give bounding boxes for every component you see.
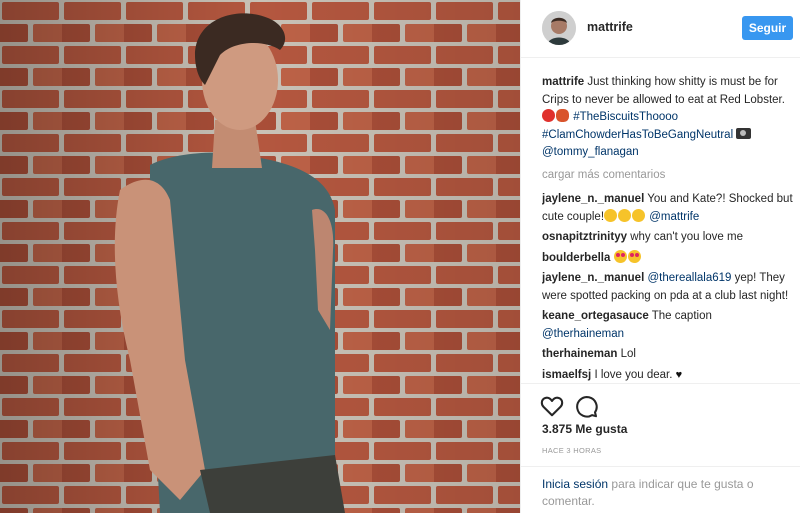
photo-image — [0, 0, 520, 513]
red-circle-emoji-icon — [542, 109, 555, 122]
post-timestamp: HACE 3 HORAS — [542, 446, 602, 455]
mention-tommy[interactable]: @tommy_flanagan — [542, 146, 639, 158]
list-item: osnapitztrinityy why can't you love me — [542, 229, 796, 247]
comment-mention[interactable]: @thereallala619 — [647, 272, 731, 284]
instagram-post: mattrife Seguir mattrife Just thinking h… — [0, 0, 800, 513]
comment-username[interactable]: boulderbella — [542, 252, 610, 264]
thinking-emoji-icon — [604, 208, 618, 222]
black-heart-emoji-icon: ♥ — [675, 368, 683, 381]
camera-emoji-icon — [736, 127, 752, 139]
login-prompt: Inicia sesión para indicar que te gusta … — [521, 466, 800, 510]
comment-mention[interactable]: @mattrife — [649, 211, 699, 223]
comment-text: The caption — [651, 310, 712, 322]
avatar-image — [542, 11, 576, 45]
list-item: jaylene_n._manuel @thereallala619 yep! T… — [542, 270, 796, 305]
comment-username[interactable]: ismaelfsj — [542, 369, 591, 381]
comment-username[interactable]: osnapitztrinityy — [542, 231, 627, 243]
comment-text: Lol — [620, 348, 636, 360]
comment-username[interactable]: jaylene_n._manuel — [542, 272, 644, 284]
lobster-emoji-icon — [556, 109, 569, 122]
comments-list: mattrife Just thinking how shitty is mus… — [542, 74, 796, 382]
post-photo[interactable] — [0, 0, 520, 513]
comment-username[interactable]: therhaineman — [542, 348, 617, 360]
caption-username[interactable]: mattrife — [542, 76, 584, 88]
hashtag-biscuits[interactable]: #TheBiscuitsThoooo — [573, 111, 678, 123]
header-username[interactable]: mattrife — [587, 20, 633, 34]
comment-username[interactable]: keane_ortegasauce — [542, 310, 649, 322]
post-header: mattrife Seguir — [521, 0, 800, 58]
comment-text: why can't you love me — [630, 231, 743, 243]
list-item: ismaelfsj I love you dear. ♥ — [542, 367, 796, 383]
avatar[interactable] — [542, 11, 576, 45]
heart-icon[interactable] — [539, 393, 565, 419]
load-more-comments[interactable]: cargar más comentarios — [542, 167, 796, 185]
follow-button[interactable]: Seguir — [742, 16, 793, 40]
login-link[interactable]: Inicia sesión — [542, 477, 608, 491]
post-actions: 3.875 Me gusta HACE 3 HORAS Inicia sesió… — [521, 383, 800, 513]
hashtag-clam-chowder[interactable]: #ClamChowderHasToBeGangNeutral — [542, 129, 733, 141]
list-item: boulderbella — [542, 249, 796, 268]
caption: mattrife Just thinking how shitty is mus… — [542, 74, 796, 162]
heart-eyes-emoji-icon — [613, 249, 627, 263]
comment-icon[interactable] — [573, 393, 599, 419]
comment-text: I love you dear. — [594, 368, 673, 381]
grimacing-emoji-icon — [618, 208, 632, 222]
heart-eyes-emoji-icon — [632, 208, 646, 222]
heart-eyes-emoji-icon — [627, 249, 641, 263]
list-item: jaylene_n._manuel You and Kate?! Shocked… — [542, 191, 796, 226]
list-item: keane_ortegasauce The caption @therhaine… — [542, 308, 796, 343]
comment-username[interactable]: jaylene_n._manuel — [542, 193, 644, 205]
likes-count[interactable]: 3.875 Me gusta — [542, 422, 627, 436]
list-item: therhaineman Lol — [542, 346, 796, 364]
post-sidebar: mattrife Seguir mattrife Just thinking h… — [520, 0, 800, 513]
comment-mention[interactable]: @therhaineman — [542, 328, 624, 340]
